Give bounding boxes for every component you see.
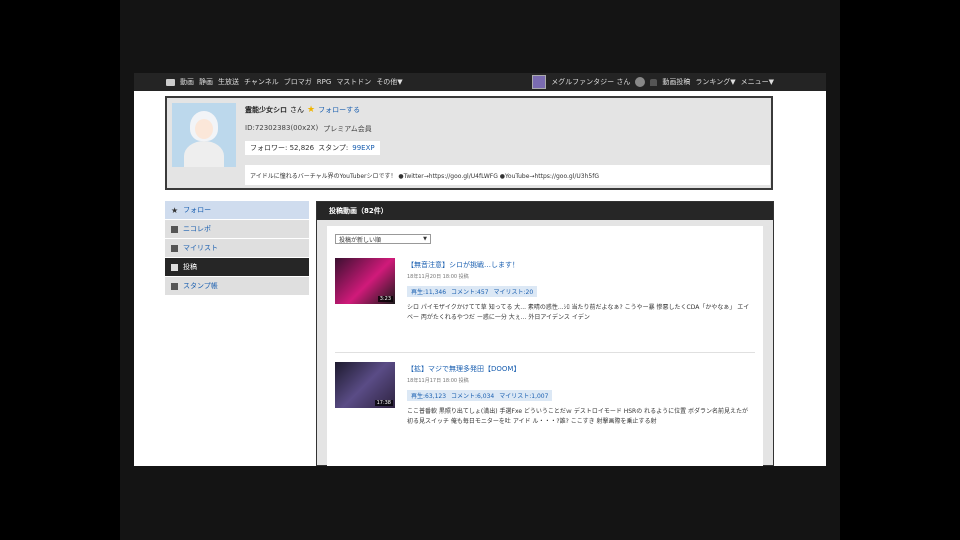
profile-description: アイドルに憧れるバーチャル界のYouTuberシロです！ ●Twitter→ht… [245,165,770,185]
nav-mastodon[interactable]: マストドン [336,77,371,87]
top-navigation-bar: 動画 静画 生放送 チャンネル ブロマガ RPG マストドン その他▼ メグルフ… [134,73,826,91]
video-title[interactable]: 【拡】マジで無理多発田【DOOM】 [407,364,520,374]
mylist-count: マイリスト:20 [493,289,534,296]
comment-count: コメント:457 [451,289,489,296]
view-count: 再生:11,346 [411,289,447,296]
nav-seiga[interactable]: 静画 [199,77,213,87]
notification-bell-icon[interactable] [650,78,658,86]
sort-dropdown[interactable]: 投稿が新しい順 ▼ [335,234,431,244]
niconico-tv-icon[interactable] [166,78,175,86]
point-coin-icon[interactable] [635,77,646,87]
comment-count: コメント:6,034 [451,393,495,400]
video-title[interactable]: 【無音注意】シロが挑戦…します！ [407,260,519,270]
profile-id-row: ID:72302383(00x2X) プレミアム会員 [245,124,372,134]
video-description: ここ普番軟 黒照り出てしょ(満出) 手選Fxe どういうことだｗ デストロイモー… [407,408,749,425]
video-thumbnail[interactable]: 17:38 [335,362,395,408]
mylist-count: マイリスト:1,007 [499,393,549,400]
nav-channel[interactable]: チャンネル [244,77,279,87]
profile-honorific: さん [290,106,304,114]
sidebar-item-mylist[interactable]: マイリスト [165,239,309,257]
sidebar-item-label: スタンプ帳 [183,282,218,290]
browser-screen: 動画 静画 生放送 チャンネル ブロマガ RPG マストドン その他▼ メグルフ… [134,73,826,466]
video-thumbnail[interactable]: 3:23 [335,258,395,304]
sidebar-item-follow[interactable]: ★ フォロー [165,201,309,219]
sidebar-item-label: 投稿 [183,263,197,271]
sort-selected: 投稿が新しい順 [339,236,382,244]
folder-icon [171,244,178,252]
member-type: プレミアム会員 [323,125,372,133]
user-avatar-icon[interactable] [532,75,547,89]
video-stats: 再生:11,346 コメント:457 マイリスト:20 [407,286,538,297]
star-icon: ★ [171,205,179,215]
stamp-icon [171,282,178,290]
nav-douga[interactable]: 動画 [180,77,194,87]
video-description: シロ パイモザイクかけてて草 知ってる 大... 素晴の惑性...ｼﾛ 当たり前… [407,304,750,321]
sidebar-item-nicorepo[interactable]: ニコレポ [165,220,309,238]
profile-id: ID:72302383(00x2X) [245,124,319,132]
video-stats: 再生:63,123 コメント:6,034 マイリスト:1,007 [407,390,553,401]
upload-icon [171,263,178,271]
sidebar-item-uploads[interactable]: 投稿 [165,258,309,276]
sidebar: ★ フォロー ニコレポ マイリスト 投稿 スタンプ帳 [165,201,309,296]
video-date: 18年11月17日 18:00 投稿 [407,378,469,384]
nav-blomaga[interactable]: ブロマガ [284,77,312,87]
profile-stats: フォロワー: 52,826 スタンプ: 99EXP [245,141,380,155]
stamp-label: スタンプ: [318,144,349,152]
follow-button[interactable]: フォローする [318,105,360,115]
stamp-value[interactable]: 99EXP [352,144,374,152]
nav-rpg[interactable]: RPG [317,78,332,86]
sidebar-item-label: フォロー [183,206,212,214]
video-list: 投稿が新しい順 ▼ 3:23 【無音注意】シロが挑戦…します！ 18年11月20… [327,226,763,466]
profile-avatar [172,103,236,167]
sidebar-item-label: マイリスト [183,244,218,252]
uploaded-videos-panel: 投稿動画（82件） 投稿が新しい順 ▼ 3:23 【無音注意】シロが挑戦…します… [316,201,774,466]
nav-upload[interactable]: 動画投稿 [662,77,690,87]
videos-header: 投稿動画（82件） [317,202,773,220]
user-name-label[interactable]: メグルファンタジー さん [551,77,630,87]
nav-live[interactable]: 生放送 [218,77,239,87]
followers-count[interactable]: フォロワー: 52,826 [250,143,314,153]
profile-name: 霊能少女シロ [245,106,287,114]
sidebar-item-stamps[interactable]: スタンプ帳 [165,277,309,295]
profile-name-row: 霊能少女シロ さん ★ フォローする [245,105,360,115]
user-page: 霊能少女シロ さん ★ フォローする ID:72302383(00x2X) プレ… [134,91,826,466]
nav-menu[interactable]: メニュー▼ [741,77,774,87]
profile-card: 霊能少女シロ さん ★ フォローする ID:72302383(00x2X) プレ… [165,96,773,190]
view-count: 再生:63,123 [411,393,447,400]
video-duration: 3:23 [377,296,393,302]
nav-other-menu[interactable]: その他▼ [376,77,402,87]
star-icon[interactable]: ★ [307,105,315,115]
chevron-down-icon: ▼ [423,236,427,242]
video-date: 18年11月20日 18:00 投稿 [407,274,469,280]
nav-ranking[interactable]: ランキング▼ [695,77,735,87]
divider [335,352,755,353]
document-icon [171,225,178,233]
sidebar-item-label: ニコレポ [183,225,211,233]
video-duration: 17:38 [374,400,393,406]
